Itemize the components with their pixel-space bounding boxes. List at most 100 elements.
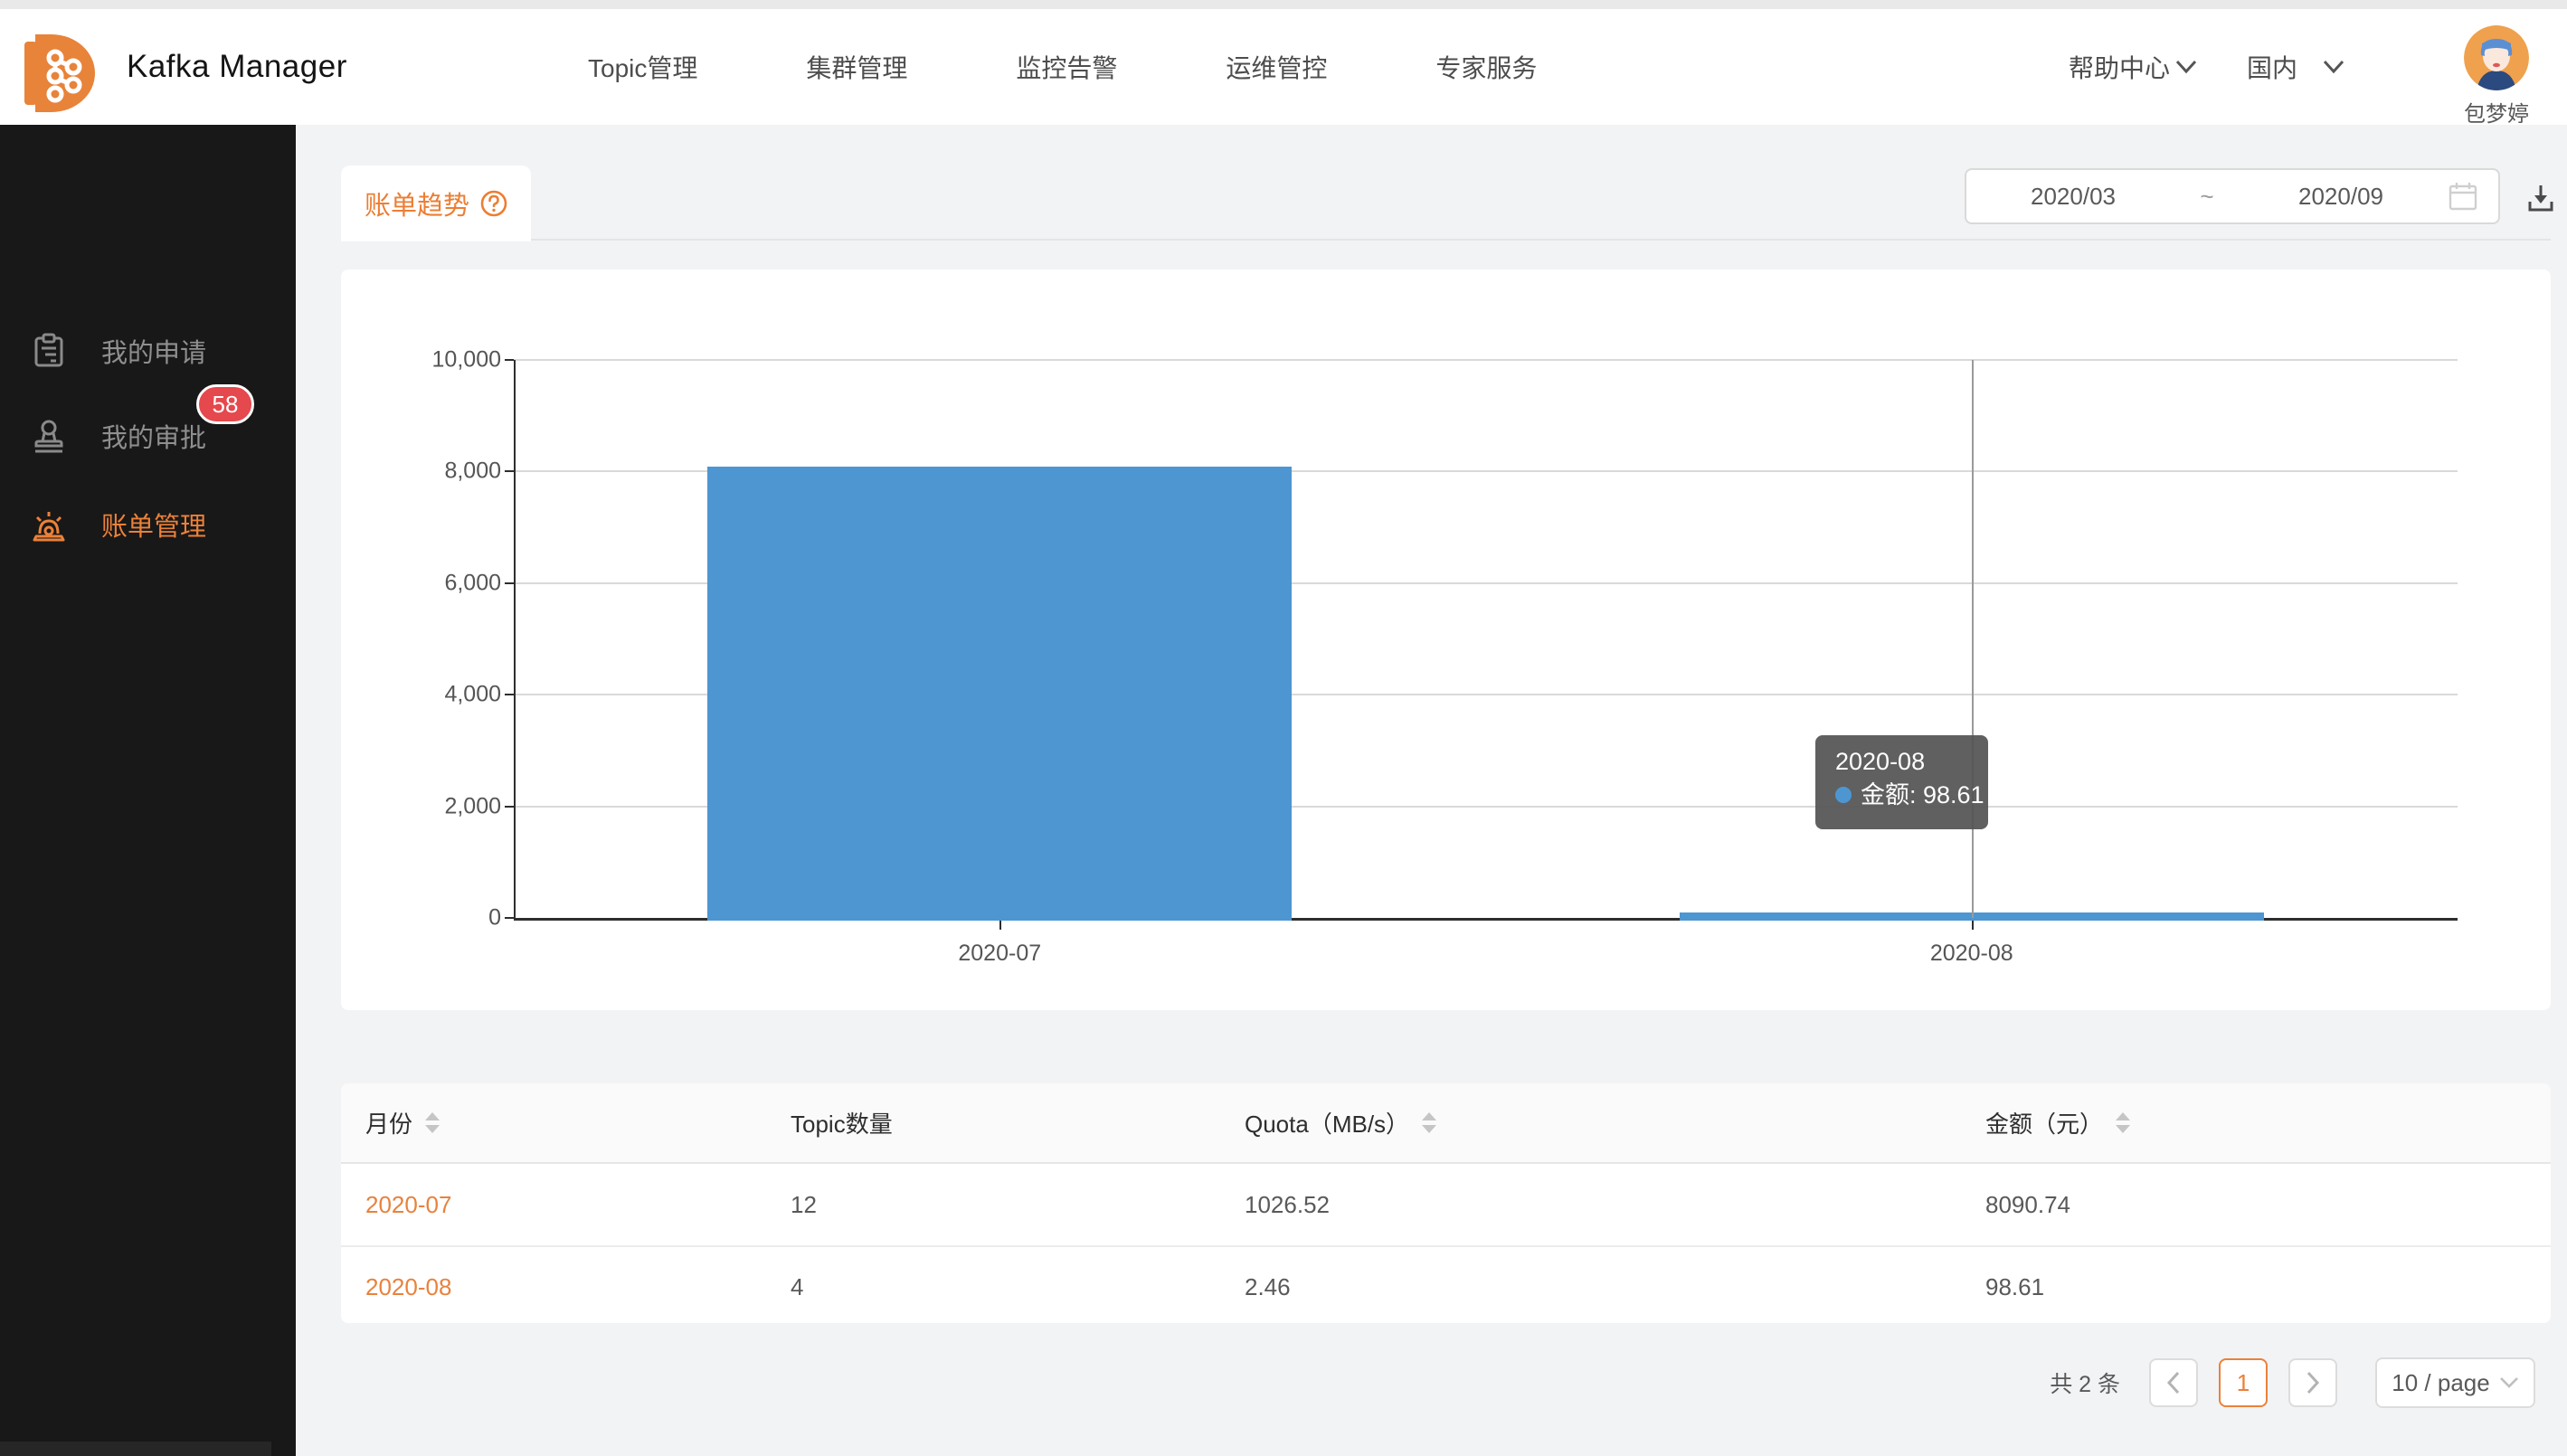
- date-range-picker[interactable]: 2020/03 ~ 2020/09: [1965, 168, 2500, 224]
- nav-item[interactable]: 专家服务: [1435, 49, 1537, 85]
- tab-divider: [341, 239, 2551, 241]
- chevron-down-icon: [2175, 60, 2197, 74]
- y-axis-tick: [505, 470, 514, 472]
- sidebar-item-label: 我的审批: [101, 417, 206, 455]
- nav-item[interactable]: 集群管理: [806, 49, 907, 85]
- date-start-value[interactable]: 2020/03: [1966, 183, 2180, 211]
- x-axis-tick: [1972, 921, 1974, 930]
- chevron-down-icon: [2499, 1376, 2519, 1389]
- sidebar: 我的申请我的审批58 账单管理: [0, 125, 296, 1456]
- y-axis-tick: [505, 917, 514, 919]
- cell-topics: 4: [791, 1273, 803, 1300]
- help-center-label: 帮助中心: [2069, 49, 2170, 85]
- nav-item[interactable]: Topic管理: [588, 49, 697, 85]
- sidebar-bottom-strip: [0, 1442, 271, 1456]
- page-1-button[interactable]: 1: [2219, 1358, 2268, 1407]
- sidebar-item-label: 账单管理: [101, 506, 206, 544]
- column-header-Topic数量: Topic数量: [791, 1106, 1245, 1139]
- column-header-label: 月份: [365, 1106, 412, 1139]
- y-axis-label: 4,000: [393, 682, 501, 708]
- tab-bill-trend-label: 账单趋势: [365, 184, 469, 222]
- user-block[interactable]: 包梦婷: [2442, 25, 2551, 128]
- cell-quota: 2.46: [1245, 1273, 1291, 1300]
- date-end-value[interactable]: 2020/09: [2234, 183, 2448, 211]
- column-header-月份[interactable]: 月份: [365, 1106, 791, 1139]
- month-link[interactable]: 2020-08: [365, 1273, 451, 1300]
- approval-count-badge: 58: [196, 384, 254, 424]
- bill-trend-chart-card: 0 2,000 4,000 6,000 8,000 10,000 2020-07 2020-0…: [341, 269, 2551, 1010]
- kafka-manager-app: Kafka Manager Topic管理 集群管理 监控告警 运维管控 专家服务 帮助…: [0, 0, 2567, 1456]
- table-header-row: 月份 Topic数量 Quota（MB/s） 金额（元）: [341, 1083, 2551, 1164]
- month-link[interactable]: 2020-07: [365, 1191, 451, 1218]
- user-name: 包梦婷: [2442, 96, 2551, 128]
- download-icon[interactable]: [2527, 184, 2554, 213]
- region-select[interactable]: 国内: [2247, 9, 2344, 125]
- cell-amount: 8090.74: [1985, 1191, 2070, 1218]
- nav-menu: Topic管理 集群管理 监控告警 运维管控 专家服务: [588, 9, 1537, 125]
- app-title: Kafka Manager: [127, 9, 347, 125]
- y-axis-line: [514, 360, 516, 918]
- column-header-label: 金额（元）: [1985, 1106, 2103, 1139]
- bar-chart: 0 2,000 4,000 6,000 8,000 10,000 2020-07 2020-0…: [341, 269, 2551, 1010]
- y-axis-label: 8,000: [393, 459, 501, 485]
- sort-caret-icon[interactable]: [1422, 1112, 1436, 1133]
- stamp-icon: [31, 418, 67, 454]
- y-axis-tick: [505, 359, 514, 361]
- page-size-select[interactable]: 10 / page: [2375, 1357, 2535, 1408]
- prev-page-button[interactable]: [2149, 1358, 2198, 1407]
- date-separator: ~: [2180, 183, 2234, 211]
- y-axis-tick: [505, 694, 514, 695]
- chevron-right-icon: [2305, 1371, 2321, 1395]
- page-size-value: 10 / page: [2392, 1369, 2489, 1397]
- bill-table-card: 月份 Topic数量 Quota（MB/s） 金额（元） 2020-07 12 1026.…: [341, 1083, 2551, 1323]
- x-axis-label: 2020-08: [1881, 941, 2062, 967]
- chevron-left-icon: [2165, 1371, 2182, 1395]
- y-axis-tick: [505, 582, 514, 584]
- sort-caret-icon[interactable]: [2116, 1112, 2130, 1133]
- tooltip-value: 金额: 98.61: [1861, 777, 1984, 813]
- table-row: 2020-07 12 1026.52 8090.74: [341, 1164, 2551, 1245]
- column-header-金额（元）[interactable]: 金额（元）: [1985, 1106, 2551, 1139]
- table-body: 2020-07 12 1026.52 8090.74 2020-08 4 2.46 98.61: [341, 1164, 2551, 1323]
- series-dot-icon: [1835, 787, 1852, 803]
- sidebar-item-我的申请[interactable]: 我的申请: [0, 319, 296, 383]
- app-logo-icon: [23, 29, 100, 118]
- cell-amount: 98.61: [1985, 1273, 2044, 1300]
- top-navbar: Kafka Manager Topic管理 集群管理 监控告警 运维管控 专家服务 帮助…: [0, 9, 2567, 125]
- tab-bill-trend[interactable]: 账单趋势: [341, 165, 531, 241]
- x-axis-label: 2020-07: [909, 941, 1090, 967]
- y-axis-label: 2,000: [393, 793, 501, 819]
- crosshair-line: [1972, 360, 1974, 918]
- y-axis-label: 10,000: [393, 347, 501, 373]
- column-header-Quota（MB/s）[interactable]: Quota（MB/s）: [1245, 1106, 1985, 1139]
- sidebar-item-账单管理[interactable]: 账单管理: [0, 493, 296, 556]
- alarm-icon: [31, 506, 67, 543]
- window-top-strip: [0, 0, 2567, 9]
- region-label: 国内: [2247, 49, 2297, 85]
- gridline: [514, 359, 2458, 361]
- x-axis-tick: [999, 921, 1001, 930]
- sidebar-item-我的审批[interactable]: 我的审批58: [0, 404, 296, 468]
- sidebar-item-label: 我的申请: [101, 332, 206, 370]
- sort-caret-icon[interactable]: [425, 1112, 440, 1133]
- calendar-icon: [2448, 181, 2478, 212]
- column-header-label: Quota（MB/s）: [1245, 1106, 1409, 1139]
- chevron-down-icon: [2323, 60, 2344, 74]
- nav-item[interactable]: 监控告警: [1016, 49, 1117, 85]
- clipboard-icon: [31, 333, 67, 369]
- chart-tooltip: 2020-08 金额: 98.61: [1815, 735, 1988, 829]
- table-row: 2020-08 4 2.46 98.61: [341, 1245, 2551, 1323]
- tooltip-title: 2020-08: [1835, 746, 1988, 777]
- cell-quota: 1026.52: [1245, 1191, 1330, 1218]
- total-count-label: 共 2 条: [2050, 1366, 2120, 1399]
- next-page-button[interactable]: [2288, 1358, 2337, 1407]
- nav-item[interactable]: 运维管控: [1226, 49, 1327, 85]
- help-center-menu[interactable]: 帮助中心: [2069, 9, 2197, 125]
- cell-topics: 12: [791, 1191, 817, 1218]
- column-header-label: Topic数量: [791, 1106, 893, 1139]
- question-circle-icon[interactable]: [480, 190, 507, 217]
- y-axis-label: 0: [393, 905, 501, 931]
- avatar[interactable]: [2464, 25, 2529, 90]
- pagination: 共 2 条 1 10 / page: [0, 1357, 2535, 1408]
- y-axis-label: 6,000: [393, 570, 501, 596]
